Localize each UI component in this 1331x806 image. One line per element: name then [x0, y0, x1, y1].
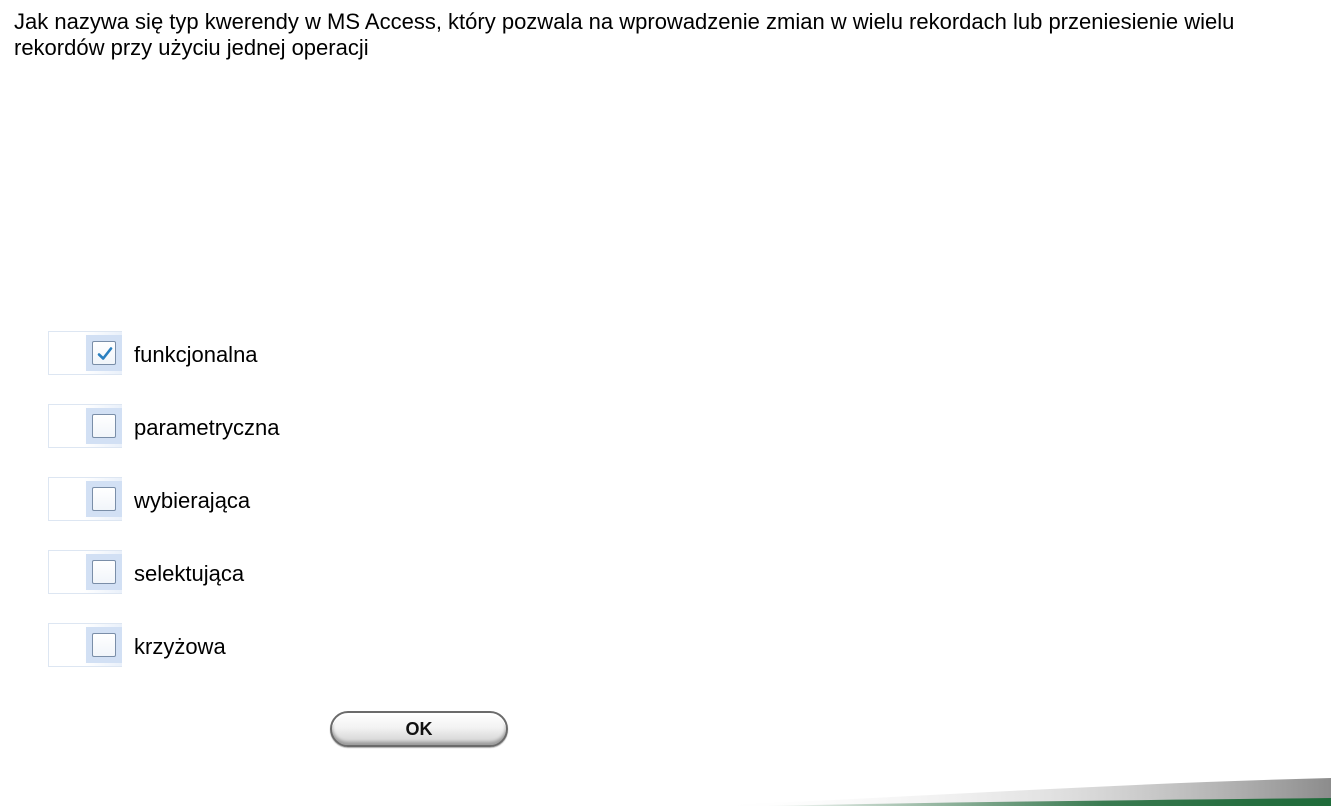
answer-checkbox[interactable] — [86, 627, 122, 663]
option-parametryczna[interactable]: parametryczna — [48, 404, 648, 448]
option-wybierajaca[interactable]: wybierająca — [48, 477, 648, 521]
checkbox-box — [92, 560, 116, 584]
option-label: wybierająca — [134, 488, 251, 513]
answer-checkbox[interactable] — [86, 554, 122, 590]
bottom-decorative-swoosh — [700, 778, 1331, 806]
ok-button[interactable]: OK — [330, 711, 508, 747]
option-label: funkcjonalna — [134, 342, 258, 367]
checkbox-box — [92, 487, 116, 511]
quiz-page: Jak nazywa się typ kwerendy w MS Access,… — [0, 0, 1331, 806]
option-label: parametryczna — [134, 415, 280, 440]
answer-checkbox[interactable] — [86, 481, 122, 517]
option-funkcjonalna[interactable]: funkcjonalna — [48, 331, 648, 375]
option-label: krzyżowa — [134, 634, 226, 659]
answer-checkbox[interactable] — [86, 408, 122, 444]
question-text: Jak nazywa się typ kwerendy w MS Access,… — [14, 9, 1235, 60]
option-selektujaca[interactable]: selektująca — [48, 550, 648, 594]
option-label: selektująca — [134, 561, 245, 586]
checkbox-box — [92, 341, 116, 365]
answer-checkbox[interactable] — [86, 335, 122, 371]
option-krzyzowa[interactable]: krzyżowa — [48, 623, 648, 667]
answer-options: funkcjonalna parametryczna wybierająca s… — [48, 331, 648, 696]
checkmark-icon — [97, 347, 113, 360]
checkbox-box — [92, 633, 116, 657]
checkbox-box — [92, 414, 116, 438]
